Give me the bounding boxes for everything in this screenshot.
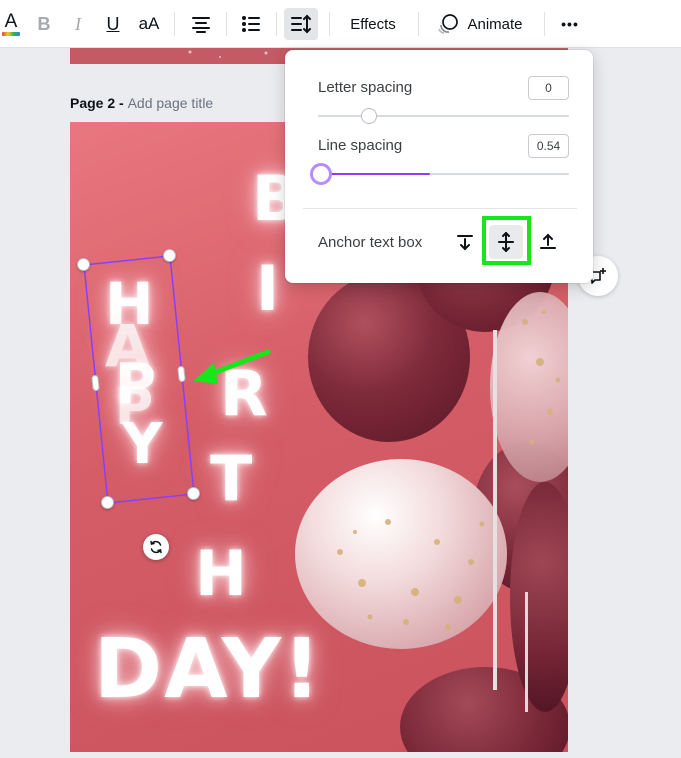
birthday-letter: I (256, 252, 280, 325)
spacing-button[interactable] (284, 8, 318, 40)
animate-label: Animate (467, 15, 523, 33)
anchor-text-box-label: Anchor text box (318, 234, 423, 251)
resize-handle-top-left[interactable] (77, 258, 90, 271)
annotation-highlight-box (482, 216, 531, 265)
toolbar-divider (544, 12, 545, 36)
animate-icon (438, 14, 459, 34)
happy-text-stack[interactable]: H A P P Y (100, 262, 190, 477)
letter-spacing-label: Letter spacing (318, 79, 413, 96)
more-icon: ••• (561, 16, 579, 32)
toolbar-divider (276, 12, 277, 36)
underline-button[interactable]: U (101, 8, 125, 40)
bold-button[interactable]: B (32, 8, 56, 40)
italic-letter: I (75, 13, 81, 34)
bullet-list-button[interactable] (237, 8, 265, 40)
rainbow-bar-icon (2, 31, 20, 36)
resize-handle-bottom-right[interactable] (187, 487, 200, 500)
toolbar-divider (418, 12, 419, 36)
resize-handle-top-right[interactable] (163, 249, 176, 262)
rotate-icon (150, 540, 162, 554)
line-spacing-slider[interactable] (310, 163, 569, 185)
spacing-popover: Letter spacing 0 Line spacing 0.54 Ancho… (285, 50, 593, 283)
effects-button[interactable]: Effects (341, 8, 405, 40)
page-number-label: Page 2 - (70, 95, 128, 111)
day-text[interactable]: DAY! (94, 622, 322, 717)
text-color-letter: A (4, 10, 18, 32)
anchor-top-button[interactable] (448, 225, 482, 259)
bold-letter: B (37, 13, 51, 34)
anchor-bottom-icon (540, 233, 556, 249)
popover-divider (303, 208, 577, 209)
rotate-button[interactable] (143, 534, 169, 560)
underline-letter: U (106, 13, 120, 34)
letter-spacing-thumb[interactable] (361, 108, 377, 124)
line-spacing-fill (318, 173, 430, 175)
page-header: Page 2 - Add page title (70, 95, 213, 111)
toolbar-divider (329, 12, 330, 36)
anchor-bottom-button[interactable] (531, 225, 565, 259)
effects-label: Effects (350, 15, 396, 33)
letter-spacing-slider[interactable] (318, 108, 569, 124)
letter-spacing-input[interactable]: 0 (528, 76, 569, 100)
anchor-top-icon (457, 235, 473, 251)
spacing-icon (291, 14, 311, 34)
bullet-list-icon (242, 16, 260, 32)
text-toolbar: A B I U aA Effects Animate ••• (0, 0, 681, 48)
birthday-letter: H (195, 537, 247, 610)
more-options-button[interactable]: ••• (555, 8, 585, 40)
line-spacing-thumb[interactable] (310, 163, 332, 185)
happy-letter: Y (122, 412, 163, 477)
birthday-letter: T (210, 442, 253, 515)
italic-button[interactable]: I (66, 8, 90, 40)
letter-case-label: aA (138, 14, 160, 33)
birthday-letter: R (220, 357, 268, 430)
page-title-input[interactable]: Add page title (128, 95, 214, 111)
line-spacing-label: Line spacing (318, 137, 403, 154)
animate-button[interactable]: Animate (430, 8, 530, 40)
align-center-icon (192, 17, 210, 33)
align-center-button[interactable] (187, 8, 215, 40)
text-color-button[interactable]: A (0, 8, 22, 40)
toolbar-divider (226, 12, 227, 36)
toolbar-divider (174, 12, 175, 36)
resize-handle-bottom-left[interactable] (101, 496, 114, 509)
line-spacing-input[interactable]: 0.54 (528, 134, 569, 158)
letter-case-button[interactable]: aA (135, 8, 163, 40)
